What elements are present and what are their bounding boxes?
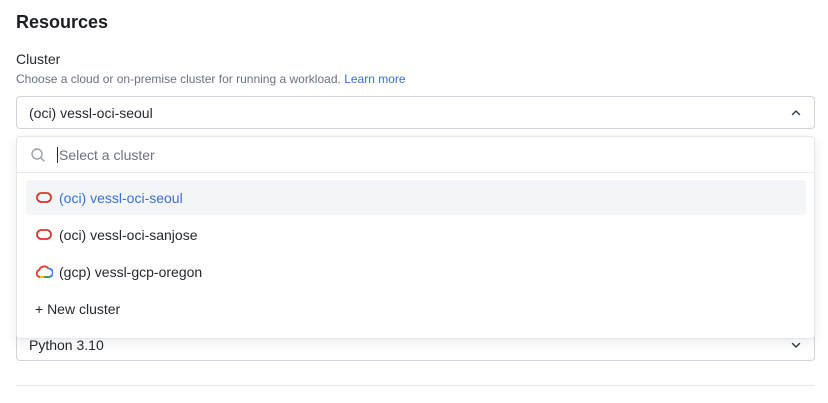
section-title: Resources: [16, 12, 109, 32]
cluster-dropdown: (oci) vessl-oci-seoul (oci) vessl-oci-sa…: [16, 136, 815, 339]
text-cursor: [57, 146, 58, 163]
cluster-selected-value: (oci) vessl-oci-seoul: [29, 104, 153, 121]
cluster-help-text: Choose a cloud or on-premise cluster for…: [16, 72, 406, 86]
oracle-cloud-icon: [35, 191, 53, 205]
cluster-options-list: (oci) vessl-oci-seoul (oci) vessl-oci-sa…: [17, 173, 814, 326]
chevron-down-icon: [790, 339, 802, 351]
option-label: (oci) vessl-oci-seoul: [59, 189, 183, 206]
help-text: Choose a cloud or on-premise cluster for…: [16, 72, 341, 86]
cluster-label: Cluster: [16, 51, 61, 67]
option-label: (oci) vessl-oci-sanjose: [59, 226, 198, 243]
cluster-search: [17, 137, 814, 173]
cluster-option-oci-sanjose[interactable]: (oci) vessl-oci-sanjose: [26, 217, 806, 252]
cluster-option-oci-seoul[interactable]: (oci) vessl-oci-seoul: [26, 180, 806, 215]
cluster-select[interactable]: (oci) vessl-oci-seoul: [16, 96, 815, 129]
search-icon: [30, 147, 46, 163]
option-label: (gcp) vessl-gcp-oregon: [59, 263, 203, 280]
learn-more-link[interactable]: Learn more: [344, 72, 405, 86]
cluster-option-gcp-oregon[interactable]: (gcp) vessl-gcp-oregon: [26, 254, 806, 289]
google-cloud-icon: [35, 265, 53, 279]
new-cluster-button[interactable]: + New cluster: [35, 291, 814, 326]
cluster-search-input[interactable]: [59, 146, 814, 163]
chevron-up-icon: [790, 107, 802, 119]
section-divider: [16, 385, 815, 386]
oracle-cloud-icon: [35, 228, 53, 242]
